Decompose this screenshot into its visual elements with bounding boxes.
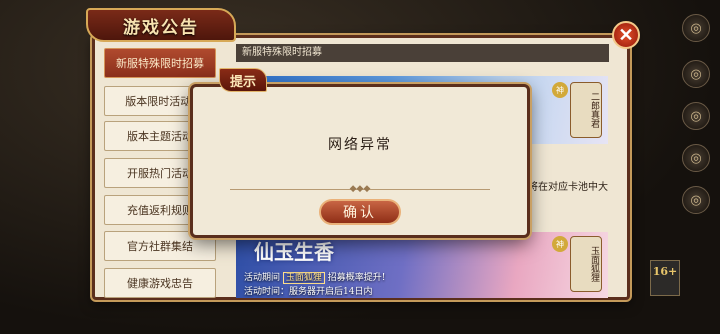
- menu-icon-5[interactable]: ◎: [682, 186, 710, 214]
- confirm-button[interactable]: 确认: [319, 199, 401, 225]
- menu-icon-3[interactable]: ◎: [682, 102, 710, 130]
- divider-ornament-icon: ◆◆◆: [349, 184, 371, 194]
- tab-label: 开服热门活动: [127, 167, 193, 180]
- banner-title: 仙玉生香: [254, 240, 334, 264]
- event-suffix: 招募概率提升!: [327, 273, 386, 283]
- banner-time-line: 活动时间：服务器开启后14日内: [244, 287, 373, 297]
- tab-label: 健康游戏忠告: [127, 277, 193, 290]
- rarity-badge: 神: [552, 236, 568, 252]
- dialog-tag: 提示: [219, 68, 267, 92]
- close-icon: ✕: [618, 24, 634, 46]
- event-prefix: 活动期间: [244, 273, 281, 283]
- event-highlight: 玉面狐狸: [282, 272, 325, 284]
- tab-label: 版本限时活动·: [125, 95, 195, 108]
- recruit-banner-fox: 仙玉生香 活动期间 玉面狐狸 招募概率提升! 活动时间：服务器开启后14日内 神…: [236, 232, 608, 298]
- notice-title-plate: 游戏公告: [86, 8, 236, 42]
- character-name-badge: 玉面狐狸: [570, 236, 602, 292]
- dialog-message: 网络异常: [328, 137, 392, 153]
- confirm-label: 确认: [343, 205, 377, 221]
- game-screen: ◎ ◎ ◎ ◎ ◎ 游戏公告 ✕ 新服特殊限时招募 版本限时活动· 版本主题活动…: [0, 0, 720, 334]
- content-title: 新服特殊限时招募: [236, 44, 609, 62]
- tab-label: 版本主题活动: [127, 130, 193, 143]
- rarity-badge: 神: [552, 82, 568, 98]
- menu-icon-4[interactable]: ◎: [682, 144, 710, 172]
- tab-label: 充值返利规则: [127, 204, 193, 217]
- tab-new-server-recruit[interactable]: 新服特殊限时招募: [104, 48, 216, 78]
- close-button[interactable]: ✕: [612, 21, 640, 49]
- tab-label: 官方社群集结: [127, 240, 193, 253]
- banner-event-line: 活动期间 玉面狐狸 招募概率提升!: [244, 270, 386, 284]
- content-text: 将在对应卡池中大: [528, 182, 608, 193]
- age-rating-badge: 16+: [650, 260, 680, 296]
- notice-title: 游戏公告: [123, 17, 199, 38]
- tab-label: 新服特殊限时招募: [116, 57, 204, 70]
- menu-icon-2[interactable]: ◎: [682, 60, 710, 88]
- menu-icon-1[interactable]: ◎: [682, 14, 710, 42]
- character-name-badge: 二郎真君: [570, 82, 602, 138]
- tab-healthy-gaming[interactable]: 健康游戏忠告: [104, 268, 216, 298]
